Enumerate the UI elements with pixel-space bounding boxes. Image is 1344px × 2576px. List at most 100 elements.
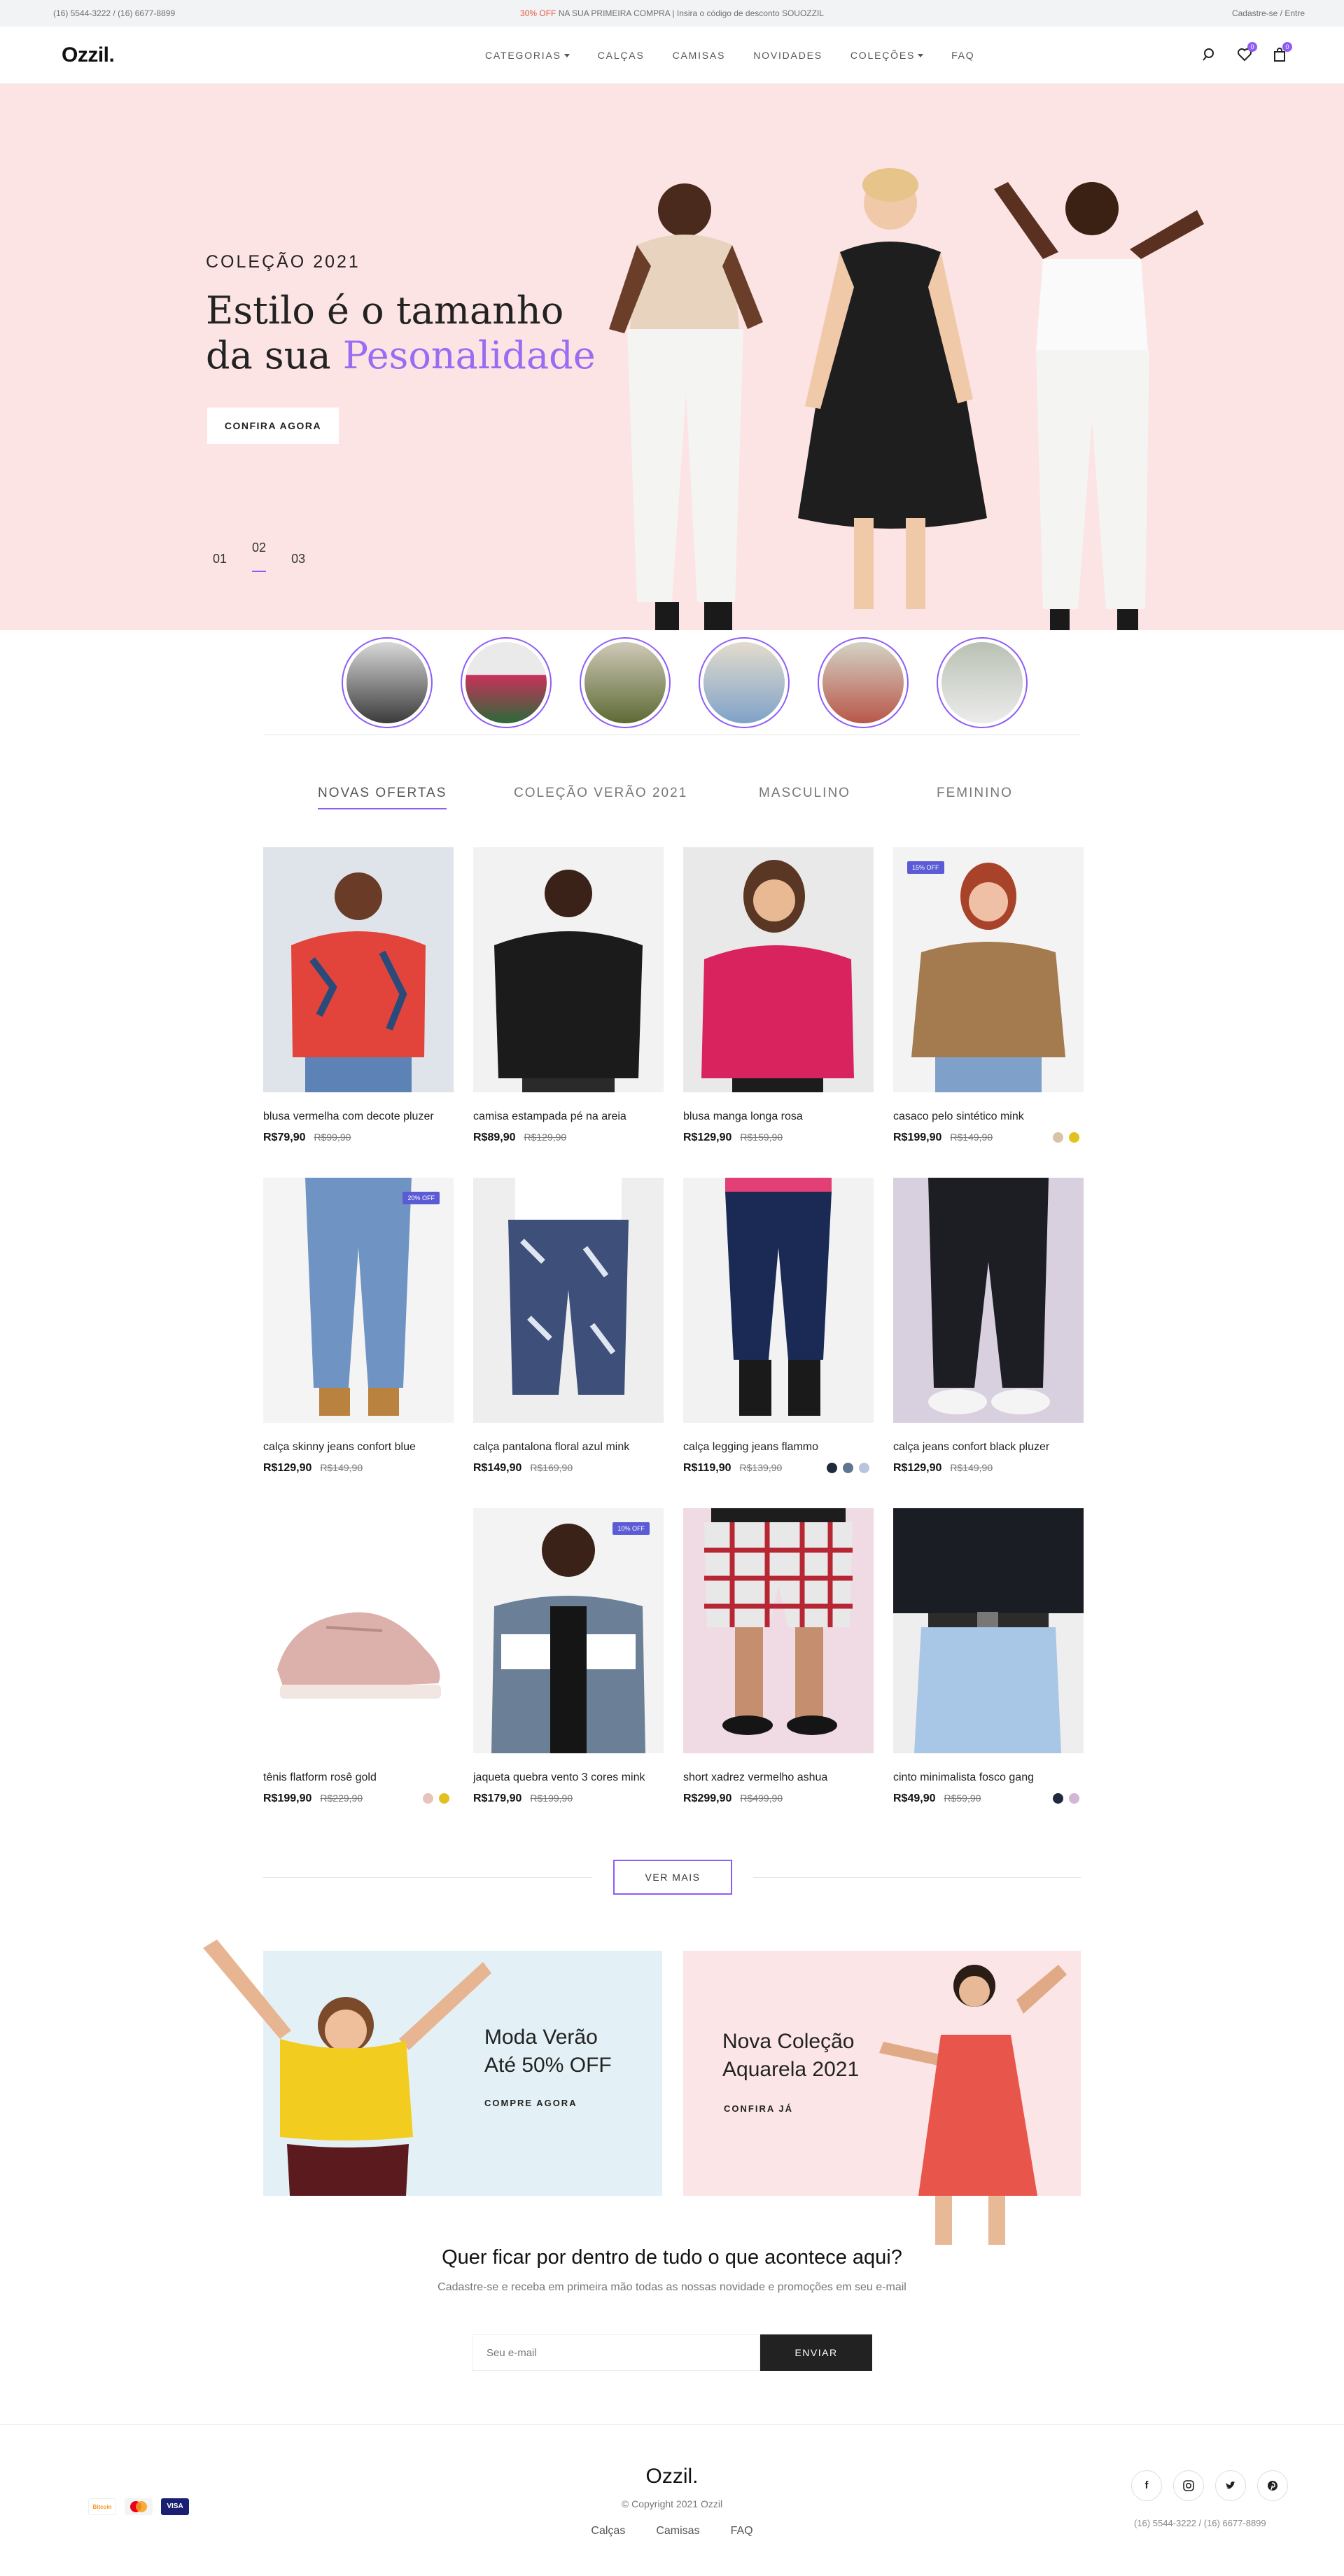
product-name[interactable]: calça legging jeans flammo <box>683 1441 874 1454</box>
product-card[interactable]: short xadrez vermelho ashua R$299,90 R$49… <box>683 1508 874 1805</box>
color-swatch[interactable] <box>1069 1132 1079 1143</box>
product-card[interactable]: 20% OFF calça skinny jeans confort blue … <box>263 1178 454 1475</box>
product-card[interactable]: camisa estampada pé na areia R$89,90 R$12… <box>473 847 664 1144</box>
pinterest-icon[interactable] <box>1257 2470 1288 2501</box>
story-circle-6[interactable] <box>937 637 1028 728</box>
product-image[interactable] <box>263 1508 454 1753</box>
product-name[interactable]: short xadrez vermelho ashua <box>683 1771 874 1784</box>
category-circles <box>342 637 1028 728</box>
product-name[interactable]: calça pantalona floral azul mink <box>473 1441 664 1454</box>
banner-model-image <box>203 1940 491 2196</box>
product-price: R$179,90 <box>473 1792 522 1804</box>
banner-link[interactable]: COMPRE AGORA <box>484 2098 578 2108</box>
product-name[interactable]: blusa manga longa rosa <box>683 1111 874 1123</box>
product-image[interactable] <box>893 1178 1084 1423</box>
instagram-icon[interactable] <box>1173 2470 1204 2501</box>
product-image[interactable] <box>473 847 664 1092</box>
nav-colecoes[interactable]: COLEÇÕES <box>850 50 924 61</box>
product-card[interactable]: 15% OFF casaco pelo sintético mink R$199… <box>893 847 1084 1144</box>
product-card[interactable]: blusa manga longa rosa R$129,90 R$159,90 <box>683 847 874 1144</box>
color-swatch[interactable] <box>843 1463 853 1473</box>
nav-calcas[interactable]: CALÇAS <box>598 50 645 61</box>
product-image[interactable] <box>263 847 454 1092</box>
story-circle-5[interactable] <box>818 637 909 728</box>
story-circle-4[interactable] <box>699 637 790 728</box>
product-image[interactable] <box>683 1178 874 1423</box>
footer-link-calcas[interactable]: Calças <box>591 2525 625 2537</box>
product-name[interactable]: jaqueta quebra vento 3 cores mink <box>473 1771 664 1784</box>
product-price: R$119,90 <box>683 1462 732 1474</box>
product-card[interactable]: 10% OFF jaqueta quebra vento 3 cores min… <box>473 1508 664 1805</box>
footer-link-camisas[interactable]: Camisas <box>656 2525 699 2537</box>
logo[interactable]: Ozzil. <box>62 43 115 67</box>
product-card[interactable]: blusa vermelha com decote pluzer R$79,90… <box>263 847 454 1144</box>
story-circle-1[interactable] <box>342 637 433 728</box>
search-icon[interactable] <box>1201 46 1218 63</box>
story-image <box>822 642 904 723</box>
product-name[interactable]: camisa estampada pé na areia <box>473 1111 664 1123</box>
nav-camisas[interactable]: CAMISAS <box>673 50 726 61</box>
tab-masculino[interactable]: MASCULINO <box>759 786 850 808</box>
promo-banner: 30% OFF NA SUA PRIMEIRA COMPRA | Insira … <box>0 8 1344 18</box>
twitter-icon[interactable] <box>1215 2470 1246 2501</box>
product-image[interactable] <box>893 1508 1084 1753</box>
product-image[interactable] <box>473 1178 664 1423</box>
promo-banner-aquarela[interactable]: Nova Coleção Aquarela 2021 CONFIRA JÁ <box>683 1951 1081 2259</box>
product-image[interactable] <box>683 1508 874 1753</box>
nav-label: CALÇAS <box>597 50 645 61</box>
nav-faq[interactable]: FAQ <box>951 50 974 61</box>
story-circle-3[interactable] <box>580 637 671 728</box>
heart-icon[interactable]: 0 <box>1236 42 1257 63</box>
ver-mais-divider-right <box>753 1877 1081 1878</box>
promo-text: NA SUA PRIMEIRA COMPRA | Insira o código… <box>556 8 824 18</box>
color-swatch[interactable] <box>827 1463 837 1473</box>
hero-title-line2: da sua Pesonalidade <box>206 333 596 378</box>
product-card[interactable]: cinto minimalista fosco gang R$49,90 R$59… <box>893 1508 1084 1805</box>
product-name[interactable]: tênis flatform rosê gold <box>263 1771 454 1784</box>
newsletter-email-input[interactable] <box>472 2334 760 2371</box>
banner-link[interactable]: CONFIRA JÁ <box>724 2103 793 2114</box>
color-swatch[interactable] <box>1053 1793 1063 1804</box>
product-name[interactable]: calça jeans confort black pluzer <box>893 1441 1084 1454</box>
story-circle-2[interactable] <box>461 637 552 728</box>
hero-cta-button[interactable]: CONFIRA AGORA <box>207 408 339 444</box>
account-link[interactable]: Cadastre-se / Entre <box>1232 8 1305 18</box>
product-image[interactable]: 10% OFF <box>473 1508 664 1753</box>
product-card[interactable]: calça pantalona floral azul mink R$149,9… <box>473 1178 664 1475</box>
product-name[interactable]: cinto minimalista fosco gang <box>893 1771 1084 1784</box>
nav-categorias[interactable]: CATEGORIAS <box>485 50 570 61</box>
color-swatch[interactable] <box>1053 1132 1063 1143</box>
color-swatch[interactable] <box>439 1793 449 1804</box>
product-old-price: R$169,90 <box>530 1462 573 1473</box>
nav-label: COLEÇÕES <box>850 50 916 61</box>
slide-dot-1[interactable]: 01 <box>213 552 227 572</box>
facebook-icon[interactable]: f <box>1131 2470 1162 2501</box>
product-card[interactable]: tênis flatform rosê gold R$199,90 R$229,9… <box>263 1508 454 1805</box>
product-name[interactable]: casaco pelo sintético mink <box>893 1111 1084 1123</box>
footer-link-faq[interactable]: FAQ <box>731 2525 753 2537</box>
product-name[interactable]: calça skinny jeans confort blue <box>263 1441 454 1454</box>
product-image[interactable]: 20% OFF <box>263 1178 454 1423</box>
product-image[interactable]: 15% OFF <box>893 847 1084 1092</box>
ver-mais-button[interactable]: VER MAIS <box>613 1860 732 1895</box>
product-card[interactable]: calça jeans confort black pluzer R$129,9… <box>893 1178 1084 1475</box>
tab-feminino[interactable]: FEMININO <box>937 786 1013 808</box>
bag-icon[interactable]: 0 <box>1271 42 1292 63</box>
slide-dot-3[interactable]: 03 <box>291 552 305 572</box>
color-swatch[interactable] <box>859 1463 869 1473</box>
color-swatch[interactable] <box>1069 1793 1079 1804</box>
site-header: Ozzil. CATEGORIAS CALÇAS CAMISAS NOVIDAD… <box>0 27 1344 84</box>
product-card[interactable]: calça legging jeans flammo R$119,90 R$139… <box>683 1178 874 1475</box>
banner-title-line2: Até 50% OFF <box>484 2054 612 2077</box>
tab-novas-ofertas[interactable]: NOVAS OFERTAS <box>318 786 447 809</box>
product-image[interactable] <box>683 847 874 1092</box>
nav-novidades[interactable]: NOVIDADES <box>753 50 822 61</box>
cart-count-badge: 0 <box>1282 42 1292 52</box>
color-swatch[interactable] <box>423 1793 433 1804</box>
newsletter-submit-button[interactable]: ENVIAR <box>760 2334 872 2371</box>
product-price: R$149,90 <box>473 1462 522 1474</box>
tab-colecao-verao[interactable]: COLEÇÃO VERÃO 2021 <box>514 786 687 808</box>
product-name[interactable]: blusa vermelha com decote pluzer <box>263 1111 454 1123</box>
promo-banner-verao[interactable]: Moda Verão Até 50% OFF COMPRE AGORA <box>203 1940 662 2196</box>
slide-dot-2[interactable]: 02 <box>252 541 267 572</box>
